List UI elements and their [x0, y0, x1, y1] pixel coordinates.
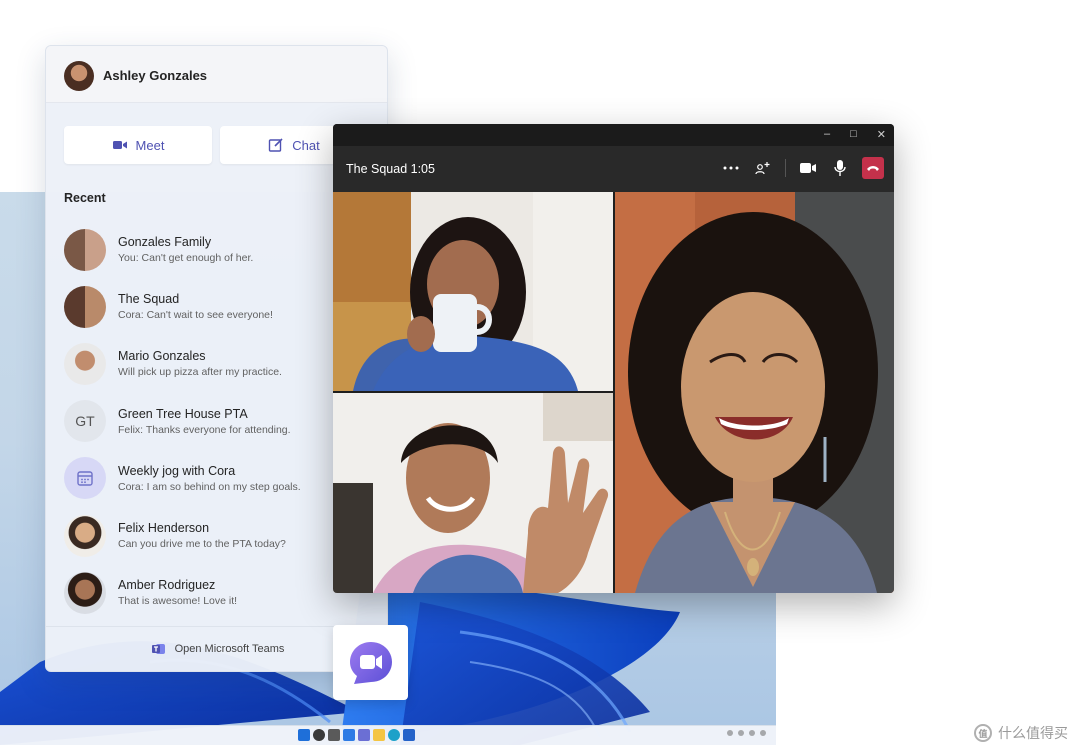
start-icon[interactable] [298, 729, 310, 741]
teams-meet-app-tile[interactable] [333, 625, 408, 700]
user-name: Ashley Gonzales [103, 68, 208, 83]
call-title: The Squad 1:05 [346, 162, 435, 176]
recent-list: Gonzales Family You: Can't get enough of… [64, 221, 364, 621]
group-avatar [64, 228, 106, 271]
list-item[interactable]: Weekly jog with Cora Cora: I am so behin… [64, 450, 364, 507]
minimize-icon[interactable]: – [824, 128, 830, 141]
list-item[interactable]: Amber Rodriguez That is awesome! Love it… [64, 564, 364, 621]
video-tile-participant-2[interactable] [333, 393, 613, 593]
conversation-title: Gonzales Family [118, 235, 212, 250]
task-view-icon[interactable] [328, 729, 340, 741]
conversation-preview: You: Can't get enough of her. [118, 252, 254, 265]
compose-icon [269, 138, 283, 152]
hangup-icon [867, 166, 879, 171]
teams-logo-icon [151, 644, 165, 654]
avatar[interactable] [64, 61, 94, 91]
conversation-title: Weekly jog with Cora [118, 463, 236, 478]
open-teams-label: Open Microsoft Teams [174, 643, 285, 655]
meet-button[interactable]: Meet [64, 126, 212, 164]
flyout-header: Ashley Gonzales [46, 46, 387, 103]
video-tile-participant-1[interactable] [333, 192, 613, 391]
teams-meet-logo-icon [349, 641, 392, 684]
clock-icon [760, 730, 766, 736]
initials-avatar: GT [64, 400, 106, 443]
recent-heading: Recent [64, 191, 106, 205]
conversation-title: Green Tree House PTA [118, 406, 248, 421]
avatar [64, 514, 106, 557]
call-controls [721, 157, 884, 179]
meeting-avatar [64, 457, 106, 500]
chat-label: Chat [292, 137, 320, 153]
close-icon[interactable]: ✕ [877, 128, 886, 141]
call-toolbar: The Squad 1:05 [333, 146, 894, 192]
hangup-button[interactable] [862, 157, 884, 179]
list-item[interactable]: Mario Gonzales Will pick up pizza after … [64, 335, 364, 392]
avatar [64, 342, 106, 385]
volume-icon [738, 730, 744, 736]
conversation-title: Felix Henderson [118, 521, 210, 536]
maximize-icon[interactable]: □ [850, 128, 857, 141]
conversation-preview: Cora: Can't wait to see everyone! [118, 309, 273, 322]
search-icon[interactable] [313, 729, 325, 741]
window-titlebar: – □ ✕ [333, 124, 894, 146]
taskbar-icons [298, 729, 415, 741]
watermark: 值 什么值得买 [974, 723, 1068, 743]
battery-icon [749, 730, 755, 736]
conversation-preview: Cora: I am so behind on my step goals. [118, 480, 301, 493]
store-icon[interactable] [403, 729, 415, 741]
chat-icon[interactable] [358, 729, 370, 741]
conversation-title: Amber Rodriguez [118, 578, 216, 593]
video-tile-participant-3[interactable] [615, 192, 894, 593]
meet-label: Meet [135, 137, 165, 153]
list-item[interactable]: The Squad Cora: Can't wait to see everyo… [64, 278, 364, 335]
watermark-text: 什么值得买 [998, 725, 1068, 741]
conversation-preview: Felix: Thanks everyone for attending. [118, 423, 291, 436]
conversation-preview: Will pick up pizza after my practice. [118, 366, 282, 379]
group-avatar [64, 285, 106, 328]
list-item[interactable]: Felix Henderson Can you drive me to the … [64, 507, 364, 564]
window-controls: – □ ✕ [824, 128, 886, 141]
calendar-icon [77, 471, 93, 487]
mic-icon[interactable] [830, 157, 850, 179]
conversation-preview: That is awesome! Love it! [118, 595, 238, 608]
explorer-icon[interactable] [373, 729, 385, 741]
video-camera-icon [112, 141, 127, 149]
conversation-title: The Squad [118, 292, 180, 307]
flyout-actions: Meet Chat [64, 126, 368, 164]
call-window: – □ ✕ The Squad 1:05 [333, 124, 894, 593]
toolbar-divider [785, 159, 786, 177]
list-item[interactable]: GT Green Tree House PTA Felix: Thanks ev… [64, 393, 364, 450]
conversation-title: Mario Gonzales [118, 349, 206, 364]
list-item[interactable]: Gonzales Family You: Can't get enough of… [64, 221, 364, 278]
camera-icon[interactable] [798, 157, 818, 179]
watermark-logo: 值 [974, 724, 992, 742]
system-tray[interactable] [727, 730, 766, 736]
conversation-preview: Can you drive me to the PTA today? [118, 538, 286, 551]
avatar [64, 571, 106, 614]
taskbar [0, 725, 776, 745]
more-icon[interactable] [721, 157, 741, 179]
edge-icon[interactable] [388, 729, 400, 741]
wifi-icon [727, 730, 733, 736]
video-grid [333, 192, 894, 593]
widgets-icon[interactable] [343, 729, 355, 741]
people-add-icon[interactable] [753, 157, 773, 179]
